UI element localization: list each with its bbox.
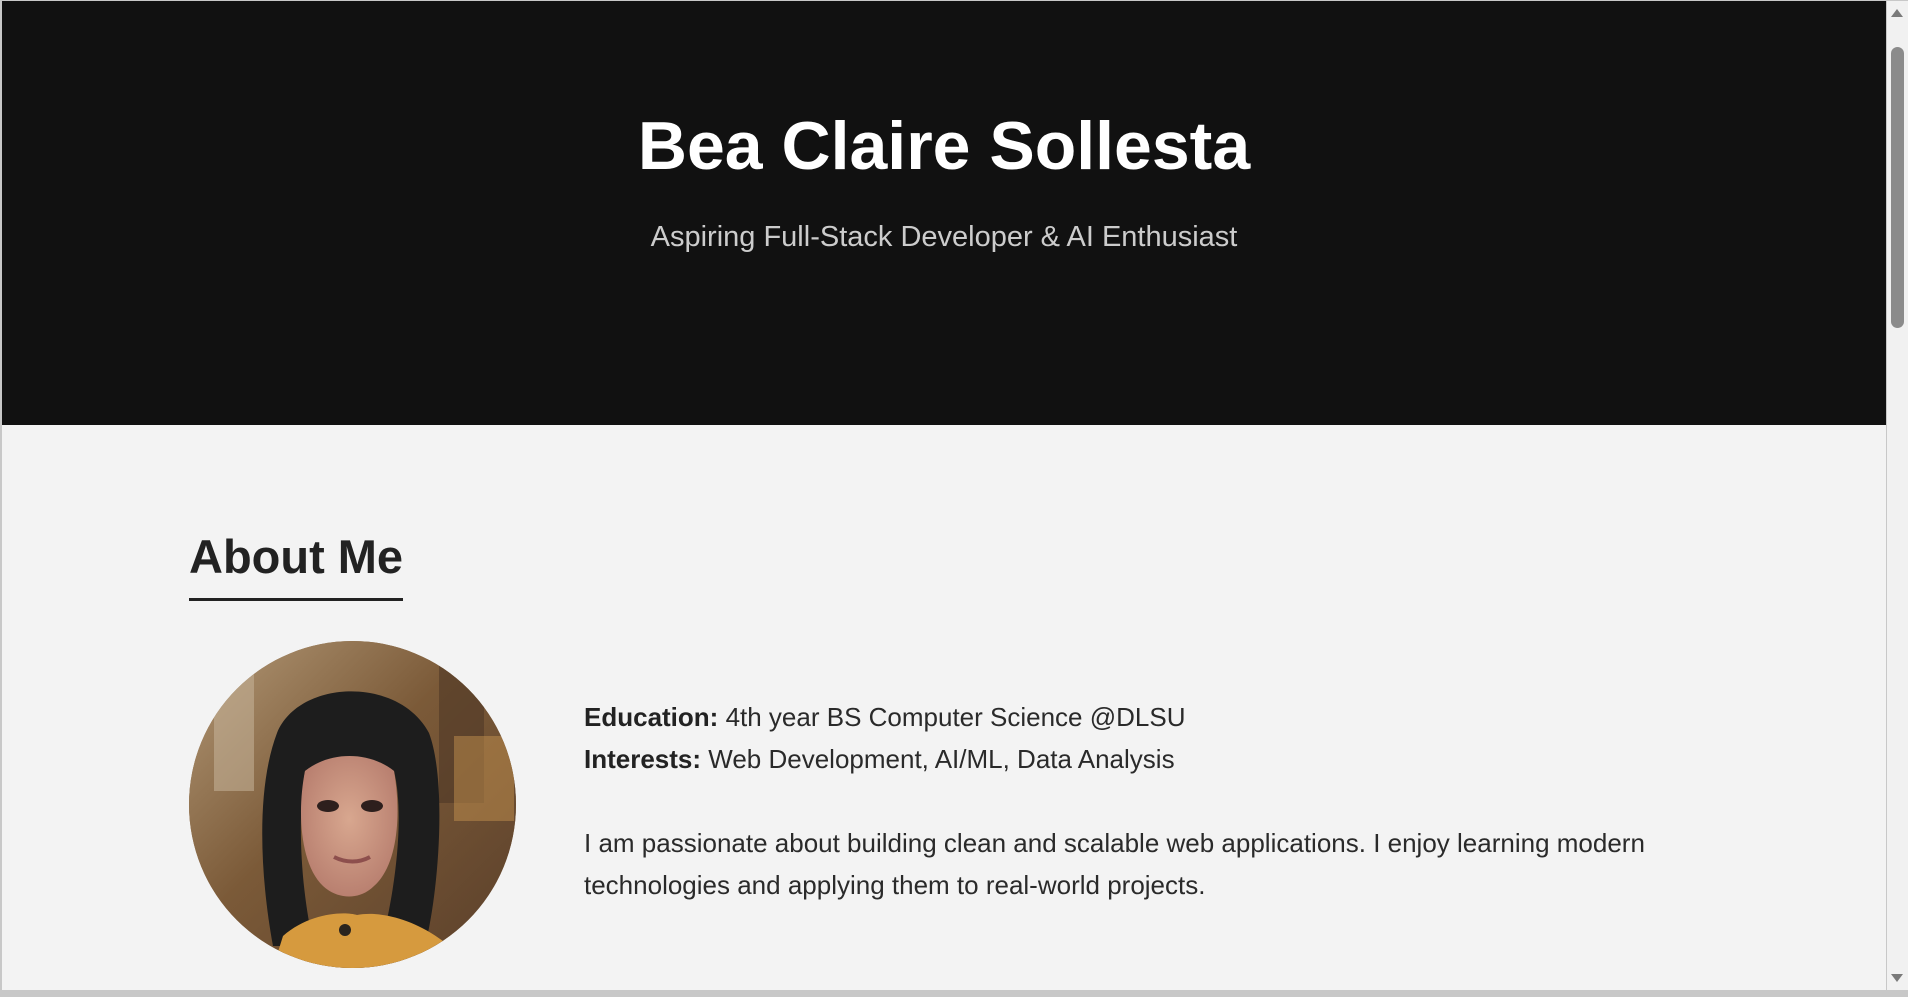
interests-line: Interests: Web Development, AI/ML, Data … — [584, 738, 1684, 780]
page-viewport: Bea Claire Sollesta Aspiring Full-Stack … — [2, 1, 1886, 990]
hero-tagline: Aspiring Full-Stack Developer & AI Enthu… — [650, 221, 1238, 253]
hero-header: Bea Claire Sollesta Aspiring Full-Stack … — [2, 1, 1886, 425]
vertical-scrollbar[interactable] — [1887, 1, 1908, 990]
scroll-down-icon[interactable] — [1891, 974, 1903, 982]
hero-name: Bea Claire Sollesta — [637, 108, 1251, 184]
about-details: Education: 4th year BS Computer Science … — [584, 696, 1684, 906]
interests-value: Web Development, AI/ML, Data Analysis — [701, 744, 1175, 774]
education-label: Education: — [584, 702, 719, 732]
scroll-up-icon[interactable] — [1891, 9, 1903, 17]
education-value: 4th year BS Computer Science @DLSU — [718, 702, 1186, 732]
education-line: Education: 4th year BS Computer Science … — [584, 696, 1684, 738]
about-heading: About Me — [189, 525, 404, 601]
profile-photo — [189, 641, 516, 968]
profile-photo-image — [189, 641, 516, 968]
interests-label: Interests: — [584, 744, 702, 774]
scroll-thumb[interactable] — [1891, 47, 1904, 328]
bio-text: I am passionate about building clean and… — [584, 828, 1645, 900]
about-section: About Me Education: 4th year BS Computer… — [189, 525, 1689, 968]
